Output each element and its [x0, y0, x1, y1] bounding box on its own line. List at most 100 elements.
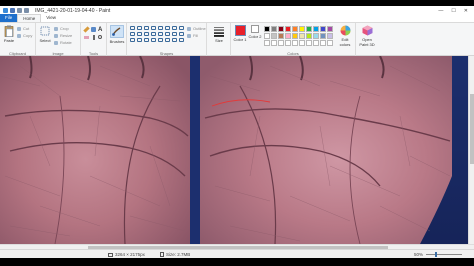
outline-button[interactable]: Outline	[187, 26, 206, 31]
color1-button[interactable]: Color 1	[233, 25, 247, 42]
palette-swatch[interactable]	[271, 33, 277, 39]
shape-item[interactable]	[172, 32, 177, 36]
palette-swatch[interactable]	[271, 26, 277, 32]
close-button[interactable]: ✕	[464, 8, 468, 14]
palette-swatch[interactable]	[299, 40, 305, 46]
zoom-slider-knob[interactable]	[434, 252, 437, 257]
shape-item[interactable]	[172, 26, 177, 30]
tab-file[interactable]: File	[0, 14, 18, 22]
palette-swatch[interactable]	[306, 33, 312, 39]
canvas-area[interactable]	[0, 56, 468, 244]
palette-swatch[interactable]	[292, 33, 298, 39]
palette-swatch[interactable]	[327, 26, 333, 32]
fill-button[interactable]: Fill	[187, 33, 198, 38]
file-size-icon	[160, 252, 164, 257]
fill-icon[interactable]	[91, 27, 96, 32]
palette-swatch[interactable]	[327, 33, 333, 39]
magnifier-icon[interactable]	[98, 35, 102, 39]
save-icon[interactable]	[10, 8, 15, 13]
palette-swatch[interactable]	[271, 40, 277, 46]
window-title: IMG_4421-20-01-19-04-40 - Paint	[35, 7, 111, 14]
palette-swatch[interactable]	[292, 26, 298, 32]
palette-swatch[interactable]	[306, 26, 312, 32]
resize-button[interactable]: Resize	[54, 33, 72, 38]
palette-swatch[interactable]	[320, 40, 326, 46]
shape-item[interactable]	[179, 32, 184, 36]
palette-swatch[interactable]	[313, 40, 319, 46]
crop-button[interactable]: Crop	[54, 26, 69, 31]
shape-item[interactable]	[165, 32, 170, 36]
palette-swatch[interactable]	[264, 26, 270, 32]
color-picker-icon[interactable]	[93, 35, 95, 40]
shape-item[interactable]	[130, 32, 135, 36]
shape-item[interactable]	[179, 38, 184, 42]
undo-icon[interactable]	[17, 8, 22, 13]
palette-swatch[interactable]	[306, 40, 312, 46]
tab-view[interactable]: View	[41, 14, 61, 22]
maximize-button[interactable]: ☐	[451, 8, 455, 14]
shape-item[interactable]	[151, 26, 156, 30]
size-button[interactable]: Size	[210, 25, 228, 43]
shape-item[interactable]	[165, 26, 170, 30]
shape-item[interactable]	[158, 26, 163, 30]
palette-swatch[interactable]	[285, 26, 291, 32]
color1-label: Color 1	[233, 37, 247, 42]
palette-swatch[interactable]	[264, 40, 270, 46]
edit-colors-button[interactable]: Edit colors	[337, 25, 353, 47]
open-paint3d-button[interactable]: Open Paint 3D	[358, 25, 376, 47]
shape-gallery[interactable]	[130, 26, 185, 43]
shape-item[interactable]	[165, 38, 170, 42]
rotate-label: Rotate	[60, 40, 72, 45]
color-wheel-icon	[340, 25, 350, 36]
color-palette[interactable]	[264, 26, 333, 46]
palette-swatch[interactable]	[278, 33, 284, 39]
shape-item[interactable]	[179, 26, 184, 30]
brushes-button[interactable]: Brushes	[109, 25, 125, 44]
shape-item[interactable]	[130, 38, 135, 42]
palette-swatch[interactable]	[320, 26, 326, 32]
shape-item[interactable]	[137, 26, 142, 30]
palette-swatch[interactable]	[278, 40, 284, 46]
paste-button[interactable]: Paste	[2, 25, 16, 43]
shape-item[interactable]	[151, 32, 156, 36]
rotate-button[interactable]: Rotate	[54, 40, 72, 45]
shape-item[interactable]	[172, 38, 177, 42]
pencil-icon[interactable]	[83, 26, 90, 33]
color2-button[interactable]: Color 2	[248, 25, 262, 39]
cut-button[interactable]: Cut	[17, 26, 29, 31]
zoom-slider[interactable]	[426, 252, 462, 257]
vertical-scrollbar[interactable]	[468, 56, 474, 244]
palette-swatch[interactable]	[327, 40, 333, 46]
redo-icon[interactable]	[24, 8, 29, 13]
shape-item[interactable]	[158, 38, 163, 42]
eraser-icon[interactable]	[84, 36, 89, 39]
shape-item[interactable]	[144, 26, 149, 30]
select-label: Select	[39, 38, 51, 43]
shape-item[interactable]	[151, 38, 156, 42]
ribbon: Paste Cut Copy Clipboard Select Crop Res…	[0, 23, 474, 56]
minimize-button[interactable]: —	[438, 8, 443, 14]
shape-item[interactable]	[130, 26, 135, 30]
select-button[interactable]: Select	[38, 25, 52, 43]
palette-swatch[interactable]	[320, 33, 326, 39]
palm-photo[interactable]	[0, 56, 468, 244]
shape-item[interactable]	[137, 32, 142, 36]
palette-swatch[interactable]	[299, 26, 305, 32]
palette-swatch[interactable]	[292, 40, 298, 46]
text-icon[interactable]: A	[98, 27, 104, 34]
shape-item[interactable]	[158, 32, 163, 36]
palette-swatch[interactable]	[278, 26, 284, 32]
palette-swatch[interactable]	[264, 33, 270, 39]
palette-swatch[interactable]	[313, 26, 319, 32]
palette-swatch[interactable]	[299, 33, 305, 39]
palette-swatch[interactable]	[285, 40, 291, 46]
copy-button[interactable]: Copy	[17, 33, 32, 38]
vertical-scroll-thumb[interactable]	[470, 94, 474, 164]
palette-swatch[interactable]	[285, 33, 291, 39]
brushes-group: Brushes	[107, 23, 127, 56]
shape-item[interactable]	[144, 38, 149, 42]
palette-swatch[interactable]	[313, 33, 319, 39]
shape-item[interactable]	[137, 38, 142, 42]
shape-item[interactable]	[144, 32, 149, 36]
tab-home[interactable]: Home	[17, 14, 42, 22]
